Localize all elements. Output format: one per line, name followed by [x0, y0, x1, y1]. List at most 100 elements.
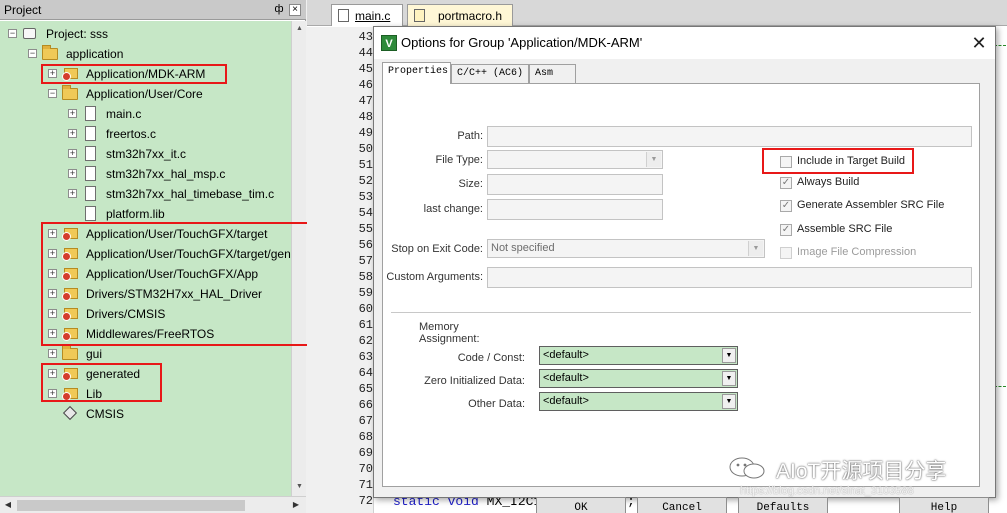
expand-icon[interactable]: + — [48, 289, 57, 298]
file-icon — [82, 166, 98, 181]
help-button[interactable]: Help — [899, 497, 989, 513]
include-in-build-checkbox[interactable]: Include in Target Build — [780, 155, 930, 171]
assemble-src-checkbox[interactable]: ✓ Assemble SRC File — [780, 223, 930, 239]
checkmark-icon[interactable]: ✓ — [780, 224, 792, 236]
checkmark-icon[interactable]: ✓ — [780, 200, 792, 212]
select-value: <default> — [543, 372, 589, 384]
expand-icon[interactable]: + — [48, 229, 57, 238]
scroll-down-icon[interactable]: ▼ — [293, 480, 306, 494]
close-icon[interactable]: × — [289, 4, 301, 16]
expand-icon[interactable]: + — [68, 109, 77, 118]
expand-icon[interactable]: + — [68, 169, 77, 178]
checkbox-box[interactable] — [780, 156, 792, 168]
expand-icon[interactable]: + — [48, 309, 57, 318]
line-number: 43 — [358, 30, 373, 44]
collapse-icon[interactable]: − — [8, 29, 17, 38]
scrollbar-thumb[interactable] — [17, 500, 245, 511]
chevron-down-icon[interactable]: ▼ — [722, 371, 736, 386]
chevron-down-icon[interactable]: ▼ — [722, 394, 736, 409]
vertical-scrollbar[interactable]: ▲ ▼ — [291, 21, 306, 496]
line-number: 70 — [358, 462, 373, 476]
file-icon — [82, 186, 98, 201]
expand-icon[interactable]: + — [48, 369, 57, 378]
line-number: 47 — [358, 94, 373, 108]
tree-item-file[interactable]: + stm32h7xx_hal_msp.c — [68, 164, 268, 184]
tree-item-file[interactable]: + stm32h7xx_it.c — [68, 144, 268, 164]
expand-icon[interactable]: + — [48, 69, 57, 78]
tree-item-user-core[interactable]: − Application/User/Core — [48, 84, 248, 104]
checkmark-icon[interactable]: ✓ — [780, 177, 792, 189]
expand-icon[interactable]: + — [48, 389, 57, 398]
line-number: 66 — [358, 398, 373, 412]
tree-item-group[interactable]: + Application/User/TouchGFX/target/gener — [48, 244, 291, 264]
dialog-body: Properties C/C++ (AC6) Asm Path: File Ty… — [374, 59, 995, 513]
watermark-text: AIoT开源项目分享 — [776, 460, 947, 483]
expand-icon[interactable]: + — [68, 129, 77, 138]
tab-asm[interactable]: Asm — [529, 64, 576, 83]
scroll-right-icon[interactable]: ▶ — [289, 498, 303, 512]
expand-icon[interactable]: + — [48, 329, 57, 338]
tab-properties[interactable]: Properties — [382, 62, 451, 84]
tree-item-generated[interactable]: + generated — [48, 364, 248, 384]
line-number: 54 — [358, 206, 373, 220]
project-root-icon — [22, 26, 38, 41]
tree-item-file[interactable]: platform.lib — [68, 204, 268, 224]
expand-icon[interactable]: + — [68, 149, 77, 158]
scroll-left-icon[interactable]: ◀ — [1, 498, 15, 512]
line-number: 72 — [358, 494, 373, 508]
tab-label: main.c — [355, 9, 391, 23]
zero-init-select[interactable]: <default> ▼ — [539, 369, 738, 388]
always-build-checkbox[interactable]: ✓ Always Build — [780, 176, 930, 192]
ok-button[interactable]: OK — [536, 497, 626, 513]
other-data-select[interactable]: <default> ▼ — [539, 392, 738, 411]
collapse-icon[interactable]: − — [28, 49, 37, 58]
line-number: 68 — [358, 430, 373, 444]
close-icon[interactable]: ✕ — [968, 33, 990, 53]
expand-icon[interactable]: + — [48, 269, 57, 278]
tree-item-mdk-arm[interactable]: + Application/MDK-ARM — [48, 64, 248, 84]
pin-icon[interactable]: ф — [273, 3, 285, 15]
tree-item-group[interactable]: + Drivers/CMSIS — [48, 304, 291, 324]
collapse-icon[interactable]: − — [48, 89, 57, 98]
generate-asm-src-checkbox[interactable]: ✓ Generate Assembler SRC File — [780, 199, 950, 215]
tree-item-gui[interactable]: + gui — [48, 344, 248, 364]
expand-icon[interactable]: + — [48, 349, 57, 358]
line-number: 61 — [358, 318, 373, 332]
tab-main-c[interactable]: main.c — [331, 4, 403, 26]
code-const-select[interactable]: <default> ▼ — [539, 346, 738, 365]
tree-item-label: generated — [86, 367, 141, 381]
tree-item-label: Application/User/TouchGFX/target/gener — [86, 247, 291, 261]
tree-item-cmsis[interactable]: CMSIS — [48, 404, 248, 424]
expand-icon[interactable]: + — [48, 249, 57, 258]
memory-assignment-label: Memory Assignment: — [419, 321, 480, 345]
tree-item-label: freertos.c — [106, 127, 157, 141]
dialog-title-bar[interactable]: V Options for Group 'Application/MDK-ARM… — [374, 27, 995, 59]
line-number: 58 — [358, 270, 373, 284]
group-options-icon — [62, 66, 78, 81]
tree-item-group[interactable]: + Application/User/TouchGFX/App — [48, 264, 291, 284]
tree-item-file[interactable]: + main.c — [68, 104, 268, 124]
tree-item-file[interactable]: + stm32h7xx_hal_timebase_tim.c — [68, 184, 288, 204]
horizontal-scrollbar[interactable]: ◀ ▶ — [0, 496, 306, 513]
scroll-up-icon[interactable]: ▲ — [293, 22, 306, 36]
tree-item-application[interactable]: − application — [28, 44, 228, 64]
tree-item-group[interactable]: + Drivers/STM32H7xx_HAL_Driver — [48, 284, 291, 304]
tree-item-project-root[interactable]: − Project: sss — [8, 24, 208, 44]
select-value: <default> — [543, 349, 589, 361]
tree-item-label: platform.lib — [106, 207, 165, 221]
tree-item-file[interactable]: + freertos.c — [68, 124, 268, 144]
cancel-button[interactable]: Cancel — [637, 497, 727, 513]
expand-icon[interactable]: + — [68, 189, 77, 198]
tree-item-group[interactable]: + Middlewares/FreeRTOS — [48, 324, 291, 344]
tree-item-lib[interactable]: + Lib — [48, 384, 248, 404]
custom-args-field — [487, 267, 972, 288]
chevron-down-icon[interactable]: ▼ — [722, 348, 736, 363]
group-options-icon — [62, 386, 78, 401]
tab-c-cpp[interactable]: C/C++ (AC6) — [451, 64, 529, 83]
last-change-field — [487, 199, 663, 220]
defaults-button[interactable]: Defaults — [738, 497, 828, 513]
group-options-icon — [62, 306, 78, 321]
editor-tab-strip: main.c portmacro.h — [307, 0, 1007, 26]
tree-item-group[interactable]: + Application/User/TouchGFX/target — [48, 224, 291, 244]
tab-portmacro-h[interactable]: portmacro.h — [407, 4, 513, 26]
